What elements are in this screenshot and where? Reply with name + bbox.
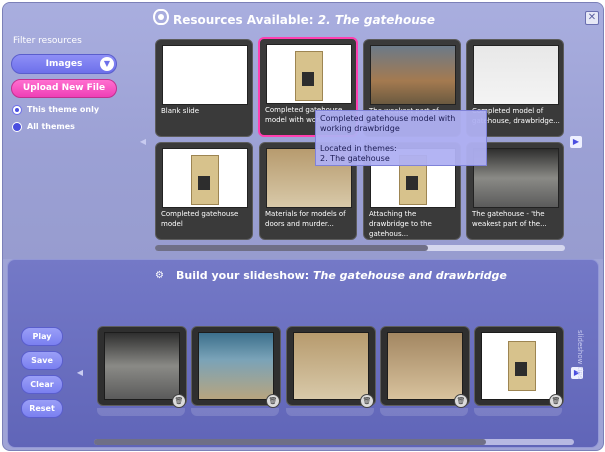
close-icon: ✕ <box>587 12 597 23</box>
trash-icon[interactable]: 🗑 <box>360 394 374 408</box>
resources-next-arrow[interactable]: ▶ <box>570 136 582 148</box>
app-window: Resources Available: 2. The gatehouse ✕ … <box>2 2 604 451</box>
resources-header: Resources Available: 2. The gatehouse <box>3 7 603 29</box>
slideshow-title-name: The gatehouse and drawbridge <box>313 269 507 282</box>
gatehouse-model-image <box>508 341 536 391</box>
tooltip-title: Completed gatehouse model with working d… <box>320 114 456 133</box>
slide-image <box>481 332 557 400</box>
resource-thumbnail <box>370 45 456 105</box>
resource-type-value: Images <box>45 59 83 69</box>
slide-image <box>198 332 274 400</box>
slide-reflection <box>286 408 374 416</box>
slide-reflection <box>474 408 562 416</box>
trash-icon[interactable]: 🗑 <box>266 394 280 408</box>
save-button[interactable]: Save <box>21 351 63 370</box>
chevron-left-icon: ◀ <box>76 368 84 377</box>
resource-caption: Attaching the drawbridge to the gatehous… <box>369 210 432 238</box>
chevron-right-icon: ▶ <box>572 137 580 146</box>
tooltip-theme: 2. The gatehouse <box>320 154 390 163</box>
resource-caption: The gatehouse - 'the weakest part of the… <box>472 210 547 228</box>
slideshow-title: Build your slideshow: The gatehouse and … <box>176 269 507 282</box>
trash-icon[interactable]: 🗑 <box>454 394 468 408</box>
clear-button[interactable]: Clear <box>21 375 63 394</box>
close-button[interactable]: ✕ <box>585 11 599 25</box>
resource-thumbnail <box>162 45 248 105</box>
play-button[interactable]: Play <box>21 327 63 346</box>
gatehouse-model-image <box>295 51 323 101</box>
resource-caption: Blank slide <box>161 107 200 115</box>
eye-icon <box>153 9 169 25</box>
resource-tooltip: Completed gatehouse model with working d… <box>315 110 487 166</box>
slide-thumbnail[interactable] <box>474 326 564 406</box>
trash-icon[interactable]: 🗑 <box>549 394 563 408</box>
slide-image <box>387 332 463 400</box>
resource-caption: Completed gatehouse model <box>161 210 239 228</box>
slideshow-title-prefix: Build your slideshow: <box>176 269 310 282</box>
resources-title: Resources Available: 2. The gatehouse <box>173 13 435 27</box>
slide-image <box>293 332 369 400</box>
resource-thumbnail <box>266 44 352 104</box>
trash-icon[interactable]: 🗑 <box>172 394 186 408</box>
resources-prev-arrow[interactable]: ◀ <box>137 136 149 148</box>
slide-reflection <box>380 408 468 416</box>
resource-card[interactable]: Blank slide <box>155 39 253 137</box>
gatehouse-model-image <box>191 155 219 205</box>
slideshow-side-label: slideshow tips <box>576 330 584 380</box>
radio-this-theme-label: This theme only <box>27 105 100 114</box>
slideshow-panel: ⚙ Build your slideshow: The gatehouse an… <box>7 259 599 448</box>
gears-icon: ⚙ <box>155 270 164 281</box>
tooltip-located-label: Located in themes: <box>320 144 397 153</box>
chevron-down-icon: ▼ <box>100 57 114 71</box>
resources-scroll-thumb[interactable] <box>155 245 428 251</box>
resource-card[interactable]: Completed gatehouse model <box>155 142 253 240</box>
slide-thumbnail[interactable] <box>97 326 187 406</box>
filter-label: Filter resources <box>13 36 82 46</box>
slides-scroll-thumb[interactable] <box>94 439 486 445</box>
slide-reflection <box>191 408 279 416</box>
resource-thumbnail <box>162 148 248 208</box>
radio-this-theme[interactable] <box>12 105 22 115</box>
resources-panel: Resources Available: 2. The gatehouse ✕ … <box>3 3 603 259</box>
resource-thumbnail <box>473 45 559 105</box>
resource-caption: Materials for models of doors and murder… <box>265 210 346 228</box>
slide-reflection <box>97 408 185 416</box>
resources-title-theme: 2. The gatehouse <box>317 13 436 27</box>
slide-thumbnail[interactable] <box>191 326 281 406</box>
slides-prev-arrow[interactable]: ◀ <box>74 367 86 379</box>
resources-title-prefix: Resources Available: <box>173 13 314 27</box>
radio-all-themes-label: All themes <box>27 122 75 131</box>
reset-button[interactable]: Reset <box>21 399 63 418</box>
radio-all-themes[interactable] <box>12 122 22 132</box>
chevron-left-icon: ◀ <box>139 137 147 146</box>
resource-type-select[interactable]: Images ▼ <box>11 54 117 74</box>
slide-image <box>104 332 180 400</box>
upload-new-file-button[interactable]: Upload New File <box>11 79 117 98</box>
